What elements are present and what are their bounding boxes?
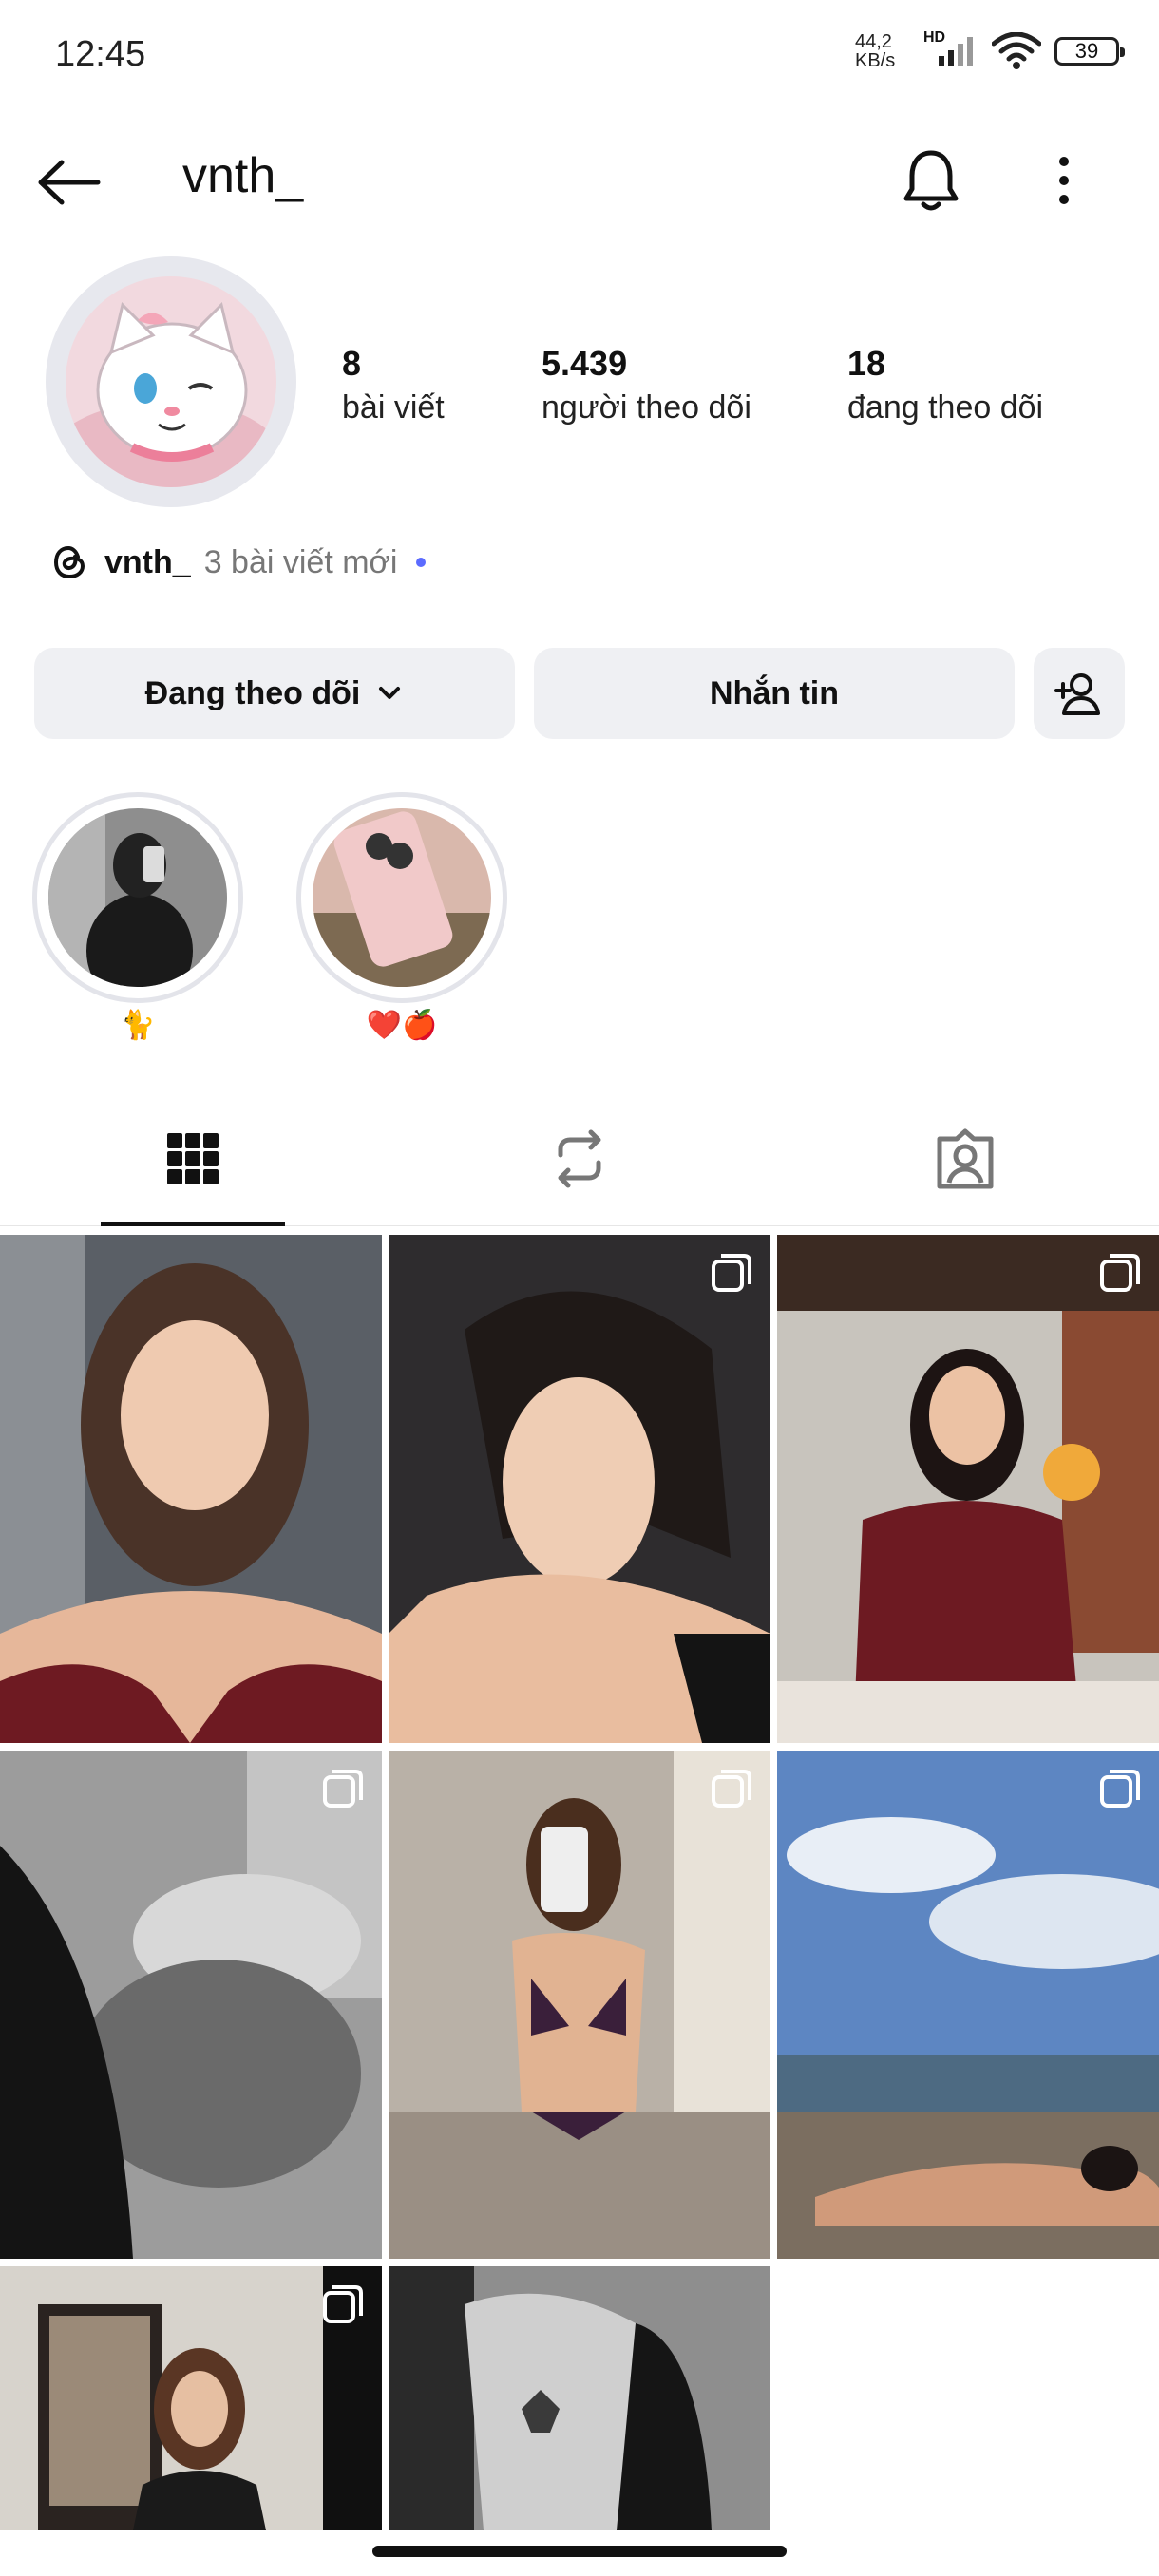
following-button[interactable]: Đang theo dõi [34,648,515,739]
status-icons: 44,2 KB/s HD 39 [855,29,1125,70]
multiple-photos-icon [323,2285,363,2323]
multiple-photos-icon [323,1770,363,1808]
profile-avatar[interactable] [46,256,296,507]
threads-note: 3 bài viết mới [203,543,398,580]
stat-posts-number: 8 [342,344,362,383]
net-speed-unit: KB/s [855,50,896,71]
net-speed-value: 44,2 [855,31,892,52]
notifications-button[interactable] [893,142,969,218]
post-thumbnail[interactable] [389,2266,770,2530]
tagged-icon [937,1128,994,1189]
page-title: vnth_ [182,148,304,203]
back-arrow-icon [38,160,101,205]
battery-level: 39 [1074,39,1099,63]
avatar-image [66,276,276,487]
active-tab-indicator [101,1222,285,1226]
reels-repost-icon [558,1129,601,1188]
threads-badge[interactable]: vnth_ 3 bài viết mới [49,541,427,583]
highlight-cover [313,808,491,987]
highlight-cover [48,808,227,987]
highlight-label: 🐈 [120,1010,156,1041]
threads-icon [53,545,86,579]
grid-icon [167,1133,218,1184]
stat-following-label: đang theo dõi [847,389,1044,426]
back-button[interactable] [28,142,108,222]
post-thumbnail[interactable] [0,1235,382,1743]
chevron-down-icon [379,687,401,699]
home-indicator[interactable] [372,2546,787,2557]
highlight-label: ❤️🍎 [366,1010,438,1041]
wifi-icon [992,32,1041,69]
network-speed: 44,2 KB/s [855,32,910,70]
stat-posts-label: bài viết [342,389,445,426]
stat-following-number: 18 [847,344,886,383]
stat-following[interactable]: 18 đang theo dõi [847,344,1043,426]
more-options-button[interactable] [1026,142,1102,218]
post-thumbnail[interactable] [389,1751,770,2259]
post-thumbnail[interactable] [389,1235,770,1743]
battery-icon: 39 [1054,37,1125,66]
post-thumbnail[interactable] [777,1751,1159,2259]
multiple-photos-icon [1100,1770,1140,1808]
tab-reposts[interactable] [513,1111,646,1206]
tab-tagged[interactable] [899,1111,1032,1206]
post-thumbnail[interactable] [0,2266,382,2530]
multiple-photos-icon [1100,1254,1140,1292]
stat-followers-label: người theo dõi [542,389,751,426]
bell-icon [903,150,959,211]
message-button-label: Nhắn tin [710,674,839,711]
stat-posts[interactable]: 8 bài viết [342,344,445,426]
post-thumbnail[interactable] [0,1751,382,2259]
add-person-icon [1054,673,1100,715]
more-vertical-icon [1059,157,1069,204]
highlight-item[interactable]: ❤️🍎 [296,792,507,1042]
stat-followers[interactable]: 5.439 người theo dõi [542,344,751,426]
highlight-ring [32,792,243,1003]
multiple-photos-icon [712,1770,751,1808]
following-button-label: Đang theo dõi [144,674,361,711]
message-button[interactable]: Nhắn tin [534,648,1015,739]
multiple-photos-icon [712,1254,751,1292]
suggest-people-button[interactable] [1034,648,1125,739]
stat-followers-number: 5.439 [542,344,628,383]
threads-username: vnth_ [104,543,191,580]
new-posts-dot [416,558,427,567]
highlight-item[interactable]: 🐈 [32,792,243,1042]
tab-posts-grid[interactable] [126,1111,259,1206]
highlight-ring [296,792,507,1003]
status-time: 12:45 [55,34,146,74]
signal-icon: HD [923,29,978,67]
post-thumbnail[interactable] [777,1235,1159,1743]
